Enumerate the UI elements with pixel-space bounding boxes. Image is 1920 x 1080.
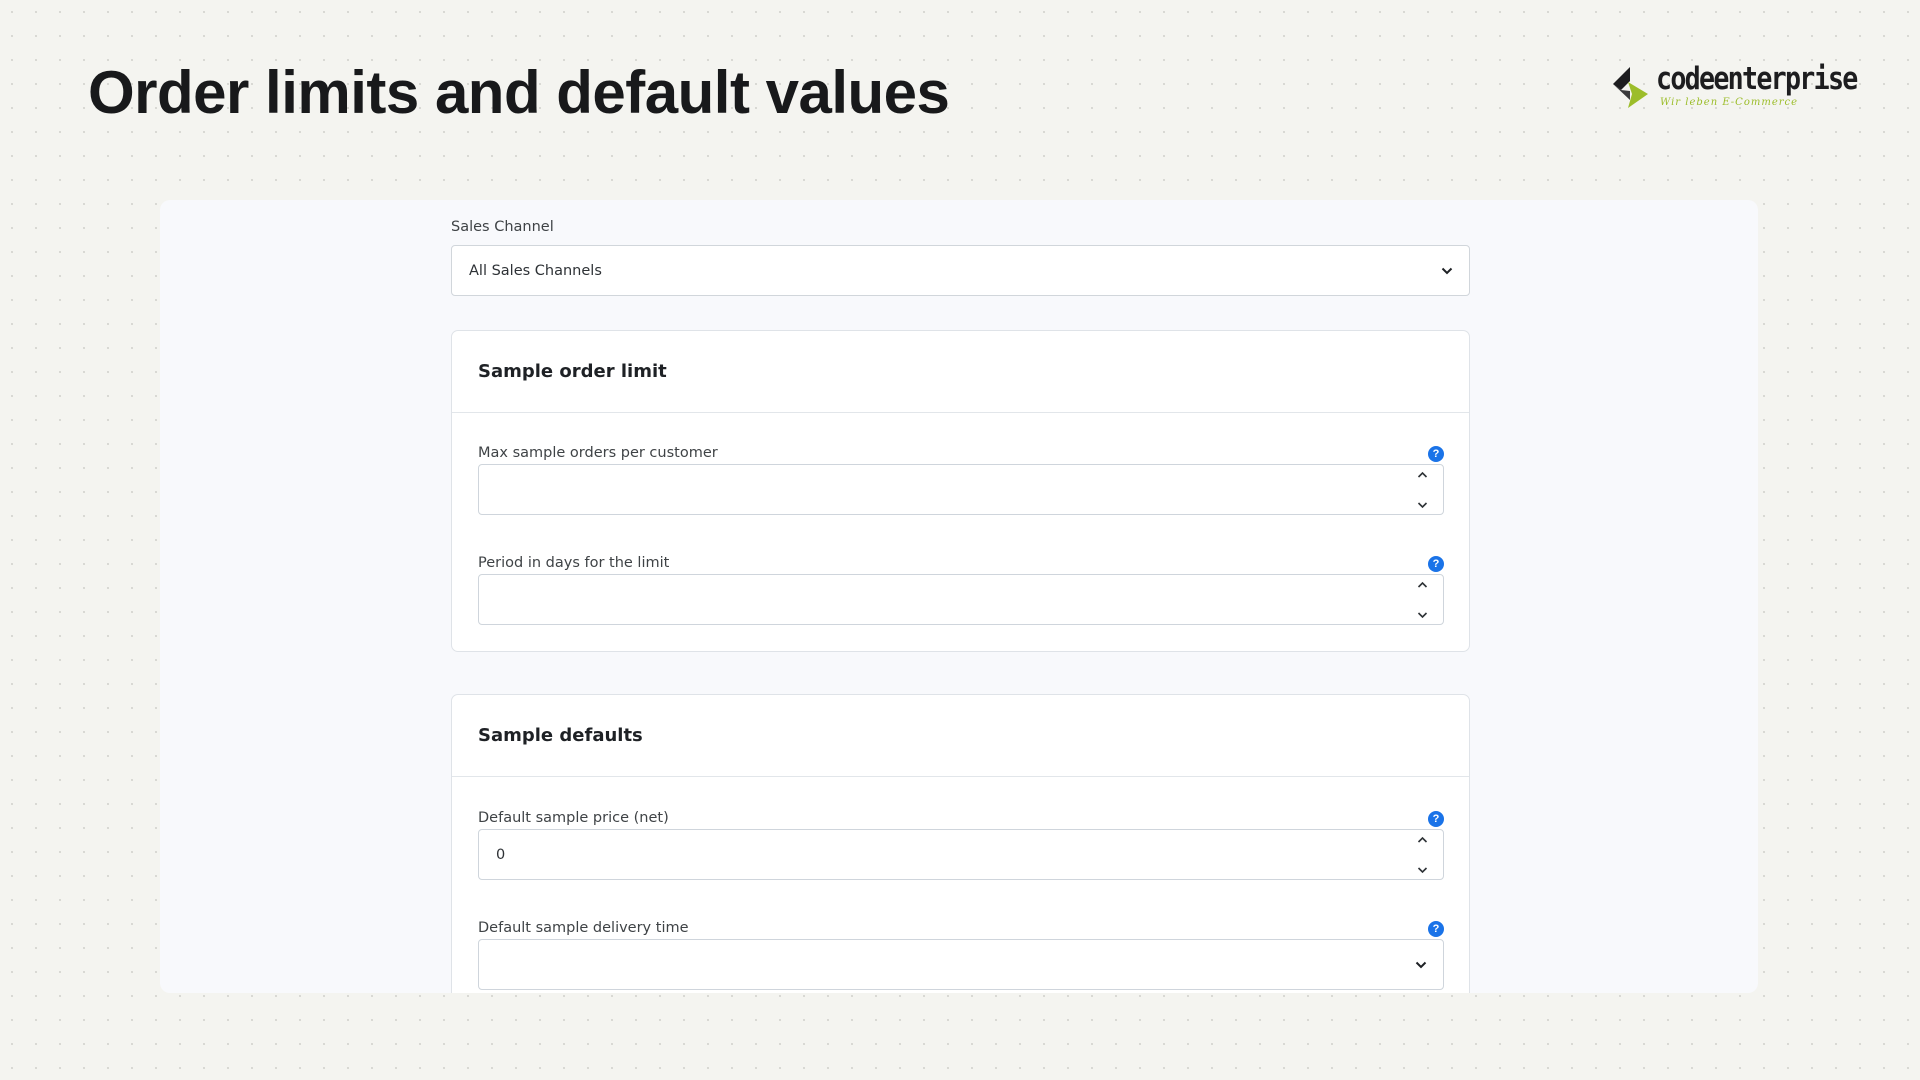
default-price-label: Default sample price (net) bbox=[478, 810, 669, 826]
logo-mark-icon bbox=[1613, 67, 1648, 108]
sales-channel-label: Sales Channel bbox=[451, 219, 554, 235]
settings-panel: Sales Channel All Sales Channels Sample … bbox=[160, 200, 1758, 993]
chevron-down-icon bbox=[1415, 961, 1427, 968]
slide-title: Order limits and default values bbox=[88, 59, 950, 126]
number-stepper bbox=[1415, 581, 1429, 619]
sample-defaults-card: Sample defaults Default sample price (ne… bbox=[451, 694, 1470, 993]
question-icon[interactable]: ? bbox=[1428, 446, 1444, 462]
chevron-up-icon[interactable] bbox=[1417, 471, 1428, 479]
sample-order-limit-card: Sample order limit Max sample orders per… bbox=[451, 330, 1470, 652]
sales-channel-value: All Sales Channels bbox=[469, 262, 602, 279]
sales-channel-select[interactable]: All Sales Channels bbox=[451, 245, 1470, 296]
logo-tagline: Wir leben E-Commerce bbox=[1660, 97, 1799, 108]
company-logo: codeenterprise Wir leben E-Commerce bbox=[1608, 64, 1889, 114]
card-title: Sample order limit bbox=[478, 361, 667, 382]
period-days-input[interactable] bbox=[478, 574, 1444, 625]
default-delivery-time-label: Default sample delivery time bbox=[478, 920, 689, 936]
logo-wordmark: codeenterprise bbox=[1656, 61, 1858, 97]
question-icon[interactable]: ? bbox=[1428, 556, 1444, 572]
card-header: Sample order limit bbox=[452, 331, 1469, 413]
default-delivery-time-select[interactable] bbox=[478, 939, 1444, 990]
chevron-down-icon[interactable] bbox=[1417, 501, 1428, 509]
max-sample-orders-input[interactable] bbox=[478, 464, 1444, 515]
card-header: Sample defaults bbox=[452, 695, 1469, 777]
period-days-label: Period in days for the limit bbox=[478, 555, 670, 571]
question-icon[interactable]: ? bbox=[1428, 921, 1444, 937]
input-value: 0 bbox=[496, 846, 506, 863]
max-sample-orders-label: Max sample orders per customer bbox=[478, 445, 718, 461]
chevron-up-icon[interactable] bbox=[1417, 581, 1428, 589]
card-title: Sample defaults bbox=[478, 725, 643, 746]
chevron-down-icon[interactable] bbox=[1417, 611, 1428, 619]
default-price-input[interactable]: 0 bbox=[478, 829, 1444, 880]
question-icon[interactable]: ? bbox=[1428, 811, 1444, 827]
number-stepper bbox=[1415, 836, 1429, 874]
chevron-down-icon bbox=[1441, 267, 1453, 274]
chevron-up-icon[interactable] bbox=[1417, 836, 1428, 844]
chevron-down-icon[interactable] bbox=[1417, 866, 1428, 874]
number-stepper bbox=[1415, 471, 1429, 509]
